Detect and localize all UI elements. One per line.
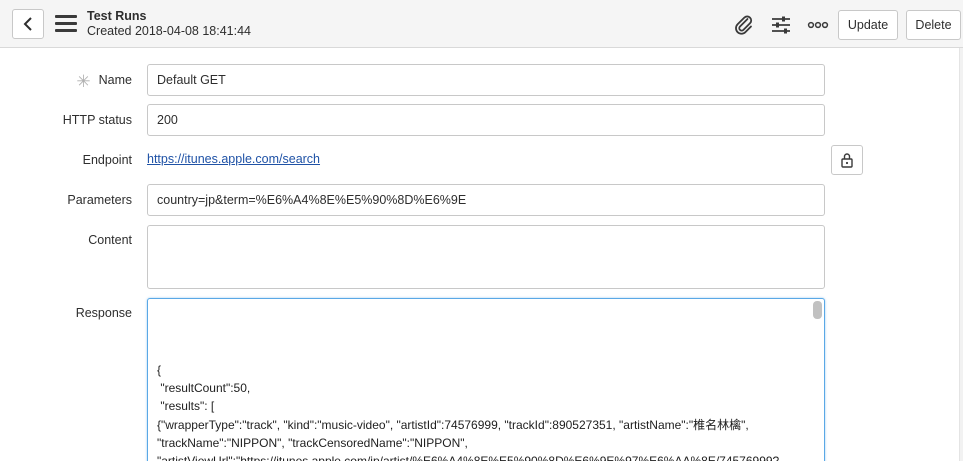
response-textarea[interactable]: { "resultCount":50, "results": [ {"wrappe… (147, 298, 825, 461)
response-scrollbar[interactable] (813, 301, 822, 319)
name-field[interactable]: Default GET (147, 64, 825, 96)
form-header: Test Runs Created 2018-04-08 18:41:44 Up… (0, 0, 963, 48)
page-scrollbar[interactable] (959, 48, 963, 461)
response-label: Response (75, 306, 132, 320)
paperclip-icon[interactable] (732, 13, 756, 37)
name-label: ✳ Name (20, 73, 132, 90)
update-button[interactable]: Update (838, 10, 898, 40)
response-line: "results": [ (157, 399, 215, 414)
endpoint-label: Endpoint (82, 153, 132, 167)
content-label: Content (88, 233, 132, 247)
response-line: { (157, 363, 162, 377)
response-line: "trackName":"NIPPON", "trackCensoredName… (157, 435, 468, 450)
name-label-text: Name (98, 73, 132, 87)
lock-icon (841, 153, 853, 168)
delete-button[interactable]: Delete (906, 10, 961, 40)
back-button[interactable] (12, 9, 44, 39)
parameters-field[interactable]: country=jp&term=%E6%A4%8E%E5%90%8D%E6%9E (147, 184, 825, 216)
response-line: "artistViewUrl":"https://itunes.apple.co… (157, 452, 807, 461)
parameters-label: Parameters (67, 193, 132, 207)
response-line: {"wrapperType":"track", "kind":"music-vi… (157, 417, 749, 432)
required-icon: ✳ (76, 72, 91, 91)
more-icon[interactable] (806, 13, 830, 37)
menu-icon[interactable] (55, 15, 77, 33)
http-status-label: HTTP status (62, 113, 132, 127)
back-icon (23, 17, 32, 31)
page-title: Test Runs (87, 9, 147, 23)
content-field[interactable] (147, 225, 825, 289)
unlock-endpoint-button[interactable] (831, 145, 863, 175)
page-subtitle: Created 2018-04-08 18:41:44 (87, 24, 252, 38)
sliders-icon[interactable] (769, 13, 793, 37)
http-status-field[interactable]: 200 (147, 104, 825, 136)
endpoint-link[interactable]: https://itunes.apple.com/search (147, 152, 320, 166)
response-text: { "resultCount":50, "results": [ {"wrappe… (157, 361, 807, 461)
response-line: "resultCount":50, (157, 381, 251, 396)
